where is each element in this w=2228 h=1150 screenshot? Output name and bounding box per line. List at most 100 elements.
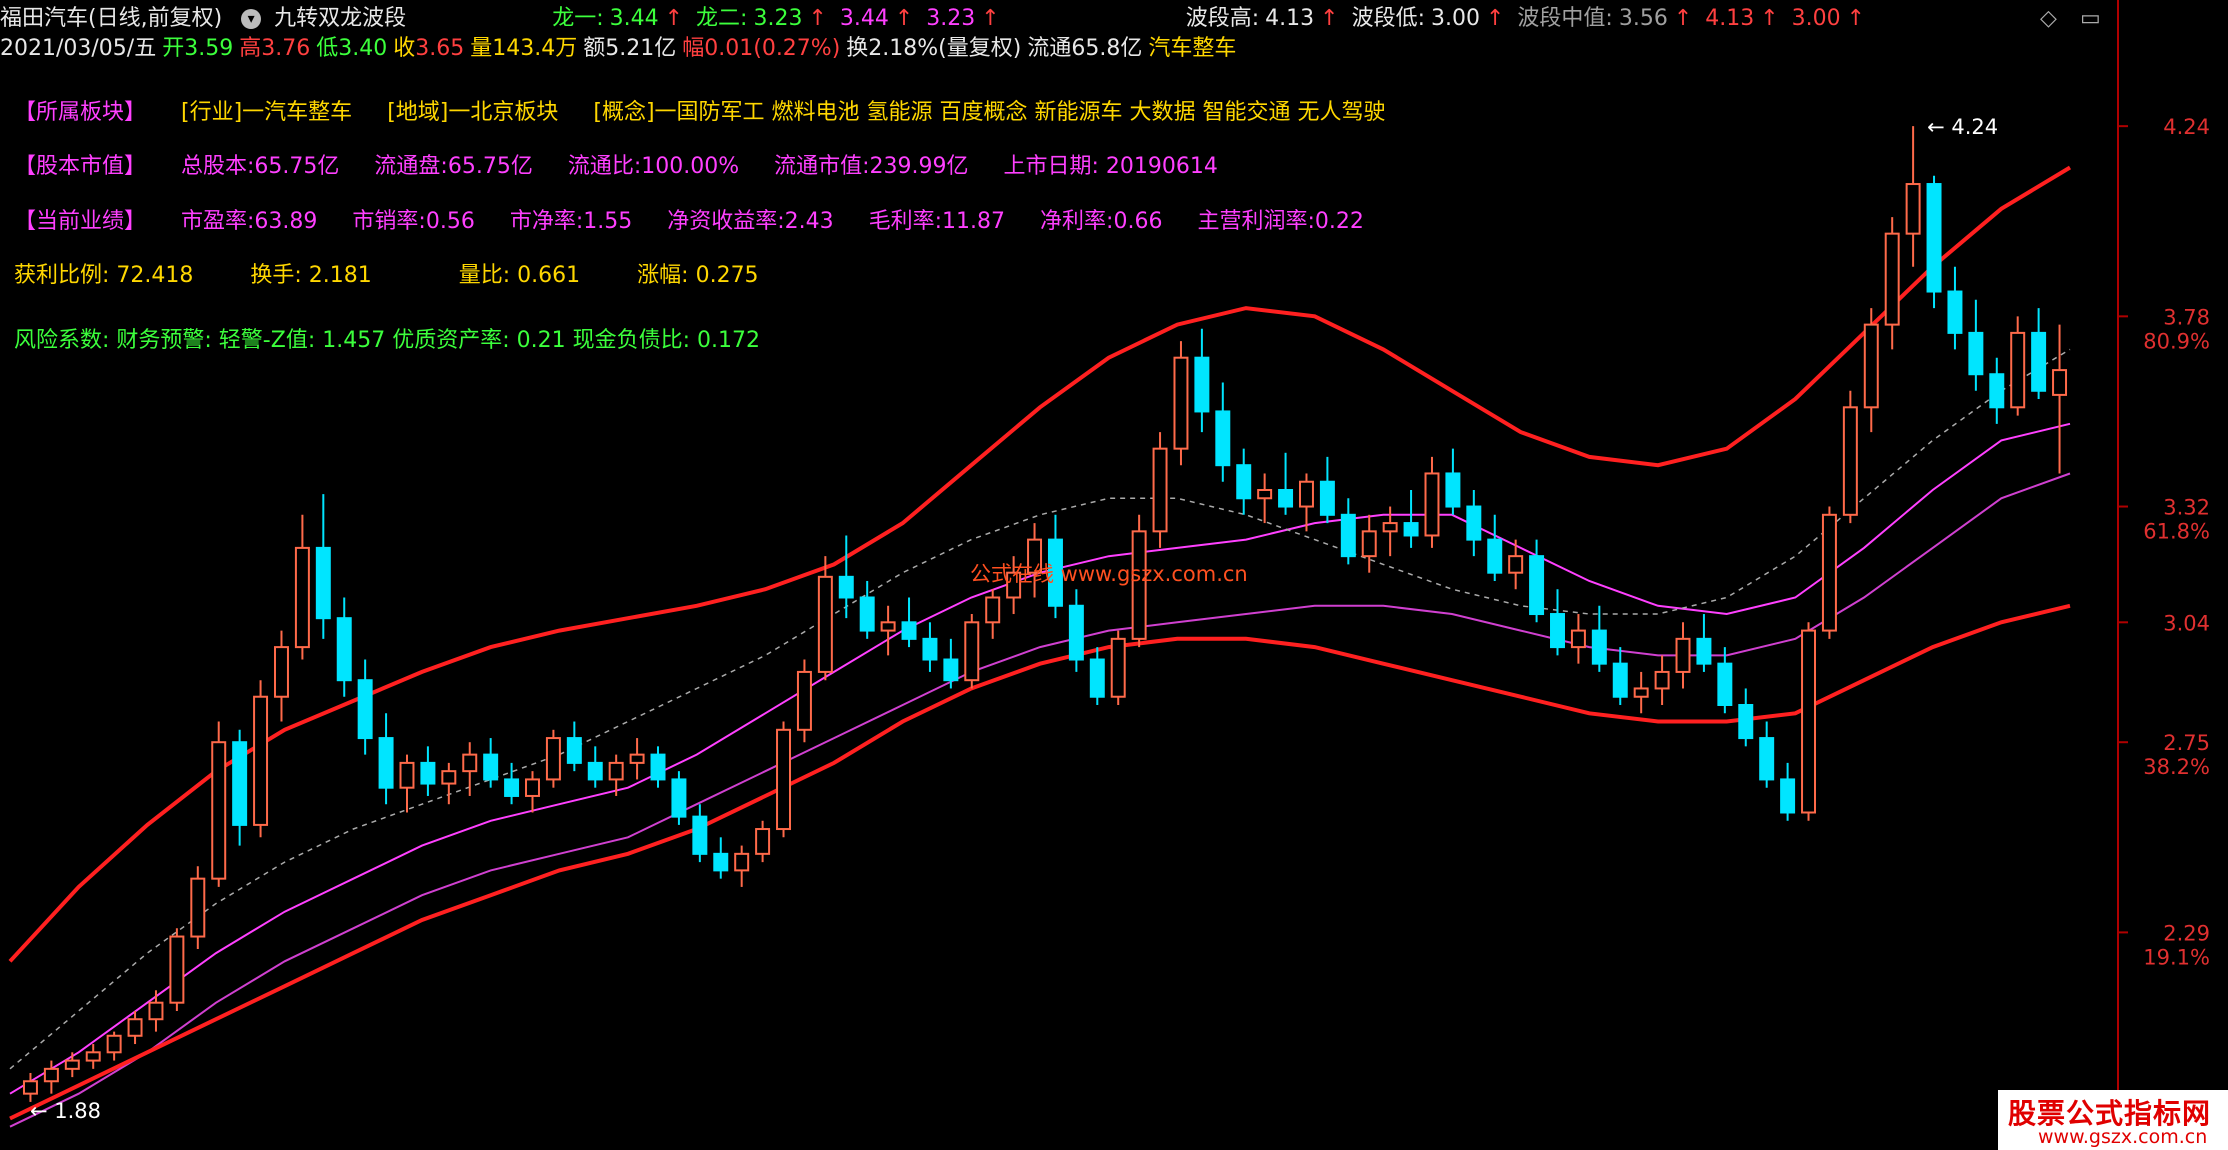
candle-body: [880, 621, 896, 632]
pct-change: 涨幅: 0.275: [637, 263, 759, 288]
perf-row: 【当前业绩】 市盈率:63.89 市销率:0.56 市净率:1.55 净资收益率…: [14, 203, 1392, 235]
watermark: 公式在线 www.gszx.com.cn: [970, 562, 1248, 586]
candle-body: [420, 761, 436, 785]
extra-value: 4.13: [1705, 6, 1755, 31]
turnover-value: 换2.18%(量复权): [846, 36, 1022, 61]
roe: 净资收益率:2.43: [667, 209, 834, 234]
candle-body: [1884, 232, 1900, 326]
candle-body: [294, 546, 310, 649]
extra-value: 3.23: [926, 6, 976, 31]
candle-body: [796, 670, 812, 731]
candle-body: [1236, 464, 1252, 500]
high-price-mark: ← 4.24: [1927, 115, 1998, 139]
wave-mid-value: 3.56: [1618, 6, 1668, 31]
net: 净利率:0.66: [1040, 209, 1163, 234]
change-label: 幅: [682, 36, 705, 61]
board-title: 【所属板块】: [14, 100, 147, 125]
close-label: 收: [393, 36, 416, 61]
candle-body: [2010, 331, 2026, 409]
open-label: 开: [162, 36, 185, 61]
ps: 市销率:0.56: [352, 209, 475, 234]
total-shares: 总股本:65.75亿: [181, 154, 340, 179]
low-value: 3.40: [338, 36, 388, 61]
arrow-icon: ↑: [1846, 6, 1866, 31]
candle-body: [776, 728, 792, 831]
candle-body: [462, 753, 478, 773]
price-grid: 4.24 3.7880.9% 3.3261.8% 3.04 2.7538.2% 2.291…: [2118, 115, 2210, 969]
change-value: 0.01(0.27%): [704, 36, 841, 61]
candle-body: [1717, 662, 1733, 707]
candle-body: [1654, 670, 1670, 690]
candle-body: [273, 646, 289, 698]
float-cap: 流通市值:239.99亿: [774, 154, 969, 179]
candle-body: [817, 575, 833, 673]
candle-body: [399, 761, 415, 789]
concept[interactable]: [概念]一国防军工 燃料电池 氢能源 百度概念 新能源车 大数据 智能交通 无人…: [593, 100, 1385, 125]
long1-label: 龙一:: [552, 6, 604, 31]
candle-body: [232, 741, 248, 826]
float-shares: 流通盘:65.75亿: [374, 154, 533, 179]
wave-low-value: 3.00: [1430, 6, 1480, 31]
high-value: 3.76: [261, 36, 311, 61]
fib-pct-label: 19.1%: [2143, 945, 2210, 969]
candle-body: [587, 761, 603, 781]
candle-body: [1863, 323, 1879, 409]
candle-body: [964, 621, 980, 682]
badge-url: www.gszx.com.cn: [2038, 1126, 2208, 1148]
fib-pct-label: 80.9%: [2143, 329, 2210, 353]
diamond-icon[interactable]: ◇: [2040, 6, 2057, 31]
candle-body: [1591, 629, 1607, 665]
candle-body: [1173, 356, 1189, 450]
candle-body: [1215, 410, 1231, 467]
site-badge[interactable]: 股票公式指标网 www.gszx.com.cn: [1998, 1090, 2228, 1150]
float-ratio: 流通比:100.00%: [567, 154, 740, 179]
candle-body: [190, 877, 206, 938]
candle-body: [755, 828, 771, 855]
candle-body: [43, 1067, 59, 1083]
axis-tick-label: 2.75: [2163, 731, 2210, 755]
candle-body: [1257, 489, 1273, 500]
candle-body: [1508, 555, 1524, 574]
candle-body: [483, 753, 499, 781]
risk-text: 风险系数: 财务预警: 轻警-Z值: 1.457 优质资产率: 0.21 现金负…: [14, 328, 760, 353]
board-row: 【所属板块】 [行业]一汽车整车 [地域]一北京板块 [概念]一国防军工 燃料电…: [14, 94, 1413, 126]
long1-value: 3.44: [609, 6, 659, 31]
candle-body: [922, 637, 938, 661]
stock-name[interactable]: 福田汽车(日线,前复权): [0, 6, 222, 31]
candle-body: [1424, 472, 1440, 537]
candle-body: [1842, 406, 1858, 516]
candle-body: [357, 679, 373, 740]
sector-value[interactable]: 汽车整车: [1148, 36, 1236, 61]
fib-pct-label: 38.2%: [2143, 755, 2210, 779]
pe: 市盈率:63.89: [181, 209, 318, 234]
candle-body: [253, 695, 269, 826]
candle-body: [1696, 637, 1712, 665]
industry[interactable]: [行业]一汽车整车: [181, 100, 352, 125]
amount-label: 额: [583, 36, 606, 61]
stats-row: 获利比例: 72.418 换手: 2.181 量比: 0.661 涨幅: 0.2…: [14, 257, 787, 289]
window-icon[interactable]: ▭: [2080, 6, 2101, 31]
candle-body: [943, 658, 959, 682]
profit-ratio: 获利比例: 72.418: [14, 263, 194, 288]
candle-body: [1487, 538, 1503, 574]
list-date: 上市日期: 20190614: [1003, 154, 1218, 179]
candle-body: [1905, 183, 1921, 235]
candle-body: [1989, 373, 2005, 409]
candle-body: [1068, 604, 1084, 661]
quote-date: 2021/03/05/五: [0, 36, 157, 61]
indicator-name[interactable]: 九转双龙波段: [274, 6, 406, 31]
close-value: 3.65: [415, 36, 465, 61]
settings-gear-icon[interactable]: ▾: [241, 9, 262, 29]
region[interactable]: [地域]一北京板块: [387, 100, 558, 125]
amount-value: 5.21亿: [605, 36, 677, 61]
long2-value: 3.23: [753, 6, 803, 31]
arrow-icon: ↑: [1673, 6, 1693, 31]
candle-body: [901, 621, 917, 640]
risk-row: 风险系数: 财务预警: 轻警-Z值: 1.457 优质资产率: 0.21 现金负…: [14, 322, 788, 354]
arrow-icon: ↑: [894, 6, 914, 31]
lower-band-line: [9, 603, 2071, 1121]
candle-body: [608, 761, 624, 781]
wave-high-label: 波段高:: [1185, 6, 1260, 31]
arrow-icon: ↑: [981, 6, 1000, 31]
arrow-icon: ↑: [1320, 6, 1339, 31]
